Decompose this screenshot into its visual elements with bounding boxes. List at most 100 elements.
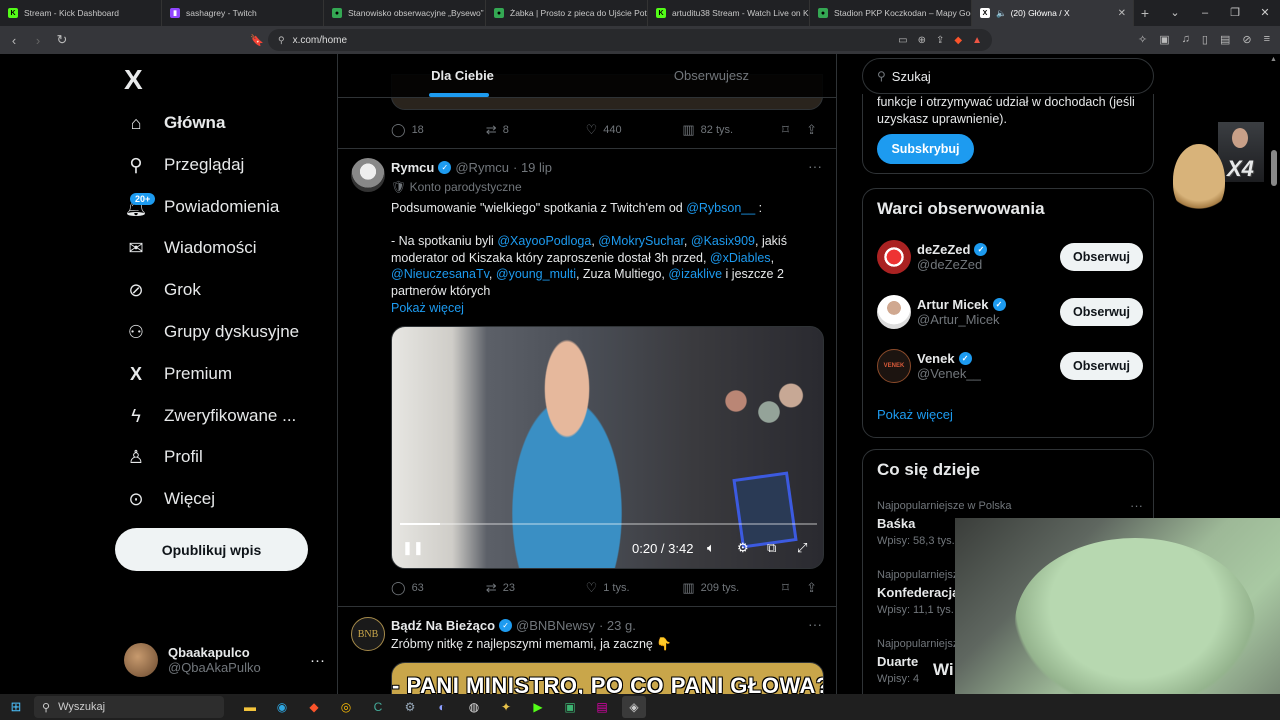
mention-link[interactable]: @young_multi bbox=[496, 267, 576, 281]
subscribe-button[interactable]: Subskrybuj bbox=[877, 134, 974, 164]
mention-link[interactable]: @NieuczesanaTv bbox=[391, 267, 489, 281]
app-icon[interactable]: ▤ bbox=[590, 696, 614, 718]
mention-link[interactable]: @xDiables bbox=[710, 251, 771, 265]
nav-communities[interactable]: ⚇ Grupy dyskusyjne bbox=[124, 311, 299, 353]
bookmark-button[interactable]: ⌑ bbox=[782, 580, 806, 596]
chrome-icon[interactable]: ◎ bbox=[334, 696, 358, 718]
views-button[interactable]: ▥ 82 tys. bbox=[682, 122, 782, 138]
show-more-link[interactable]: Pokaż więcej bbox=[391, 300, 811, 317]
mention-link[interactable]: @MokrySuchar bbox=[598, 234, 684, 248]
zoom-icon[interactable]: ⊕ bbox=[918, 35, 926, 46]
back-icon[interactable]: ‹ bbox=[4, 33, 24, 48]
file-explorer-icon[interactable]: ▬ bbox=[238, 696, 262, 718]
obs-icon[interactable]: ◍ bbox=[462, 696, 486, 718]
follow-button[interactable]: Obserwuj bbox=[1060, 352, 1143, 380]
windows-start-icon[interactable]: ⊞ bbox=[0, 699, 32, 715]
follow-suggestion[interactable]: Artur Micek ✓ @Artur_Micek Obserwuj bbox=[877, 292, 1143, 332]
nav-premium[interactable]: X Premium bbox=[124, 353, 232, 395]
scroll-up-icon[interactable]: ▲ bbox=[1270, 56, 1277, 63]
more-icon[interactable]: ··· bbox=[1130, 498, 1143, 513]
app-icon[interactable]: C bbox=[366, 696, 390, 718]
minimize-icon[interactable]: – bbox=[1190, 0, 1220, 26]
taskbar-search[interactable]: ⚲ Wyszukaj bbox=[34, 696, 224, 718]
show-more-link[interactable]: Pokaż więcej bbox=[877, 407, 953, 422]
picture-in-picture-icon[interactable]: ⧉ bbox=[767, 538, 776, 558]
nav-grok[interactable]: ⊘ Grok bbox=[124, 269, 200, 311]
browser-tab[interactable]: ● Żabka | Prosto z pieca do Ujście Pot... bbox=[486, 0, 648, 26]
close-tab-icon[interactable]: ✕ bbox=[1118, 8, 1126, 19]
nav-more[interactable]: ⊙ Więcej bbox=[124, 478, 215, 520]
kick-icon[interactable]: ▶ bbox=[526, 696, 550, 718]
avatar[interactable]: BNB bbox=[351, 617, 385, 651]
music-icon[interactable]: ♫ bbox=[1182, 33, 1190, 46]
browser-tab[interactable]: Kartuditu38 Stream - Watch Live on K... bbox=[648, 0, 810, 26]
share-button[interactable]: ⇪ bbox=[806, 122, 823, 138]
nav-explore[interactable]: ⚲ Przeglądaj bbox=[124, 144, 244, 186]
more-icon[interactable]: ··· bbox=[808, 616, 822, 632]
post-button[interactable]: Opublikuj wpis bbox=[115, 528, 308, 571]
volume-icon[interactable]: 🔈︎ bbox=[707, 538, 715, 558]
follow-suggestion[interactable]: VENEK Venek ✓ @Venek__ Obserwuj bbox=[877, 346, 1143, 386]
wallet-icon[interactable]: ▤ bbox=[1220, 33, 1230, 46]
author-handle[interactable]: @BNBNewsy bbox=[516, 618, 595, 633]
nav-messages[interactable]: ✉ Wiadomości bbox=[124, 227, 256, 269]
scrollbar-thumb[interactable] bbox=[1271, 150, 1277, 186]
tweet-date[interactable]: · 19 lip bbox=[513, 160, 552, 175]
discord-icon[interactable]: ◐ bbox=[430, 696, 454, 718]
brave-shield-icon[interactable]: ◆ bbox=[954, 35, 962, 46]
screenshot-icon[interactable]: ▣ bbox=[1159, 33, 1169, 46]
nav-notifications[interactable]: 🔔︎ 20+ Powiadomienia bbox=[124, 186, 279, 228]
cast-icon[interactable]: ▭ bbox=[898, 35, 907, 46]
browser-tab[interactable]: ▮ sashagrey - Twitch bbox=[162, 0, 324, 26]
brave-icon[interactable]: ◆ bbox=[302, 696, 326, 718]
app-icon[interactable]: ✦ bbox=[494, 696, 518, 718]
views-button[interactable]: ▥ 209 tys. bbox=[682, 580, 782, 596]
search-input[interactable]: ⚲ Szukaj bbox=[862, 58, 1154, 94]
mention-link[interactable]: @XayooPodloga bbox=[497, 234, 591, 248]
x-logo[interactable]: X bbox=[124, 64, 143, 96]
browser-tab[interactable]: K Stream - Kick Dashboard bbox=[0, 0, 162, 26]
like-button[interactable]: ♡ 1 tys. bbox=[586, 580, 683, 596]
video-player[interactable]: ❚❚ 0:20 / 3:42 🔈︎ ⚙ ⧉ ⤢ bbox=[391, 326, 824, 569]
author-name[interactable]: Bądź Na Bieżąco bbox=[391, 618, 495, 633]
follow-button[interactable]: Obserwuj bbox=[1060, 298, 1143, 326]
bookmark-icon[interactable]: 🔖 bbox=[250, 34, 264, 47]
reload-icon[interactable]: ↻ bbox=[52, 32, 72, 48]
repost-button[interactable]: ⇄ 8 bbox=[486, 122, 586, 138]
url-field[interactable]: 🔖 ⚲ x.com/home ▭ ⊕ ⇪ ◆ ▲ bbox=[250, 29, 992, 51]
share-icon[interactable]: ⇪ bbox=[936, 35, 944, 46]
tab-following[interactable]: Obserwujesz bbox=[587, 54, 836, 97]
vpn-icon[interactable]: ⊘ bbox=[1242, 33, 1251, 46]
more-icon[interactable]: ··· bbox=[310, 652, 325, 669]
mention-link[interactable]: @Rybson__ bbox=[686, 201, 755, 215]
mention-link[interactable]: @Kasix909 bbox=[691, 234, 755, 248]
account-switcher[interactable]: Qbaakapulco @QbaAkaPulko ··· bbox=[124, 638, 329, 682]
pause-icon[interactable]: ❚❚ bbox=[402, 538, 424, 558]
menu-icon[interactable]: ≡ bbox=[1264, 33, 1270, 46]
author-handle[interactable]: @Rymcu bbox=[455, 160, 509, 175]
follow-suggestion[interactable]: deZeZed ✓ @deZeZed Obserwuj bbox=[877, 237, 1143, 277]
follow-button[interactable]: Obserwuj bbox=[1060, 243, 1143, 271]
extensions-icon[interactable]: ✧ bbox=[1138, 33, 1147, 46]
repost-button[interactable]: ⇄ 23 bbox=[486, 580, 586, 596]
avatar[interactable] bbox=[351, 158, 385, 192]
edge-icon[interactable]: ◉ bbox=[270, 696, 294, 718]
nav-home[interactable]: ⌂ Główna bbox=[124, 102, 226, 144]
fullscreen-icon[interactable]: ⤢ bbox=[797, 538, 807, 558]
new-tab-button[interactable]: + bbox=[1134, 5, 1156, 21]
reply-button[interactable]: ◯ 63 bbox=[391, 580, 486, 596]
author-name[interactable]: Rymcu bbox=[391, 160, 434, 175]
reply-button[interactable]: ◯ 18 bbox=[391, 122, 486, 138]
forward-icon[interactable]: › bbox=[28, 33, 48, 48]
tab-for-you[interactable]: Dla Ciebie bbox=[338, 54, 587, 97]
bookmark-button[interactable]: ⌑ bbox=[782, 122, 806, 138]
maximize-icon[interactable]: ❐ bbox=[1220, 0, 1250, 26]
brave-rewards-icon[interactable]: ▲ bbox=[972, 35, 982, 46]
app-icon[interactable]: ◈ bbox=[622, 696, 646, 718]
nav-verified-orgs[interactable]: ϟ Zweryfikowane ... bbox=[124, 395, 296, 437]
steam-icon[interactable]: ⚙ bbox=[398, 696, 422, 718]
like-button[interactable]: ♡ 440 bbox=[586, 122, 683, 138]
mention-link[interactable]: @izaklive bbox=[668, 267, 722, 281]
browser-tab[interactable]: ● Stadion PKP Koczkodan – Mapy Goo... bbox=[810, 0, 972, 26]
browser-tab-active[interactable]: X 🔈 (20) Główna / X ✕ bbox=[972, 0, 1134, 26]
